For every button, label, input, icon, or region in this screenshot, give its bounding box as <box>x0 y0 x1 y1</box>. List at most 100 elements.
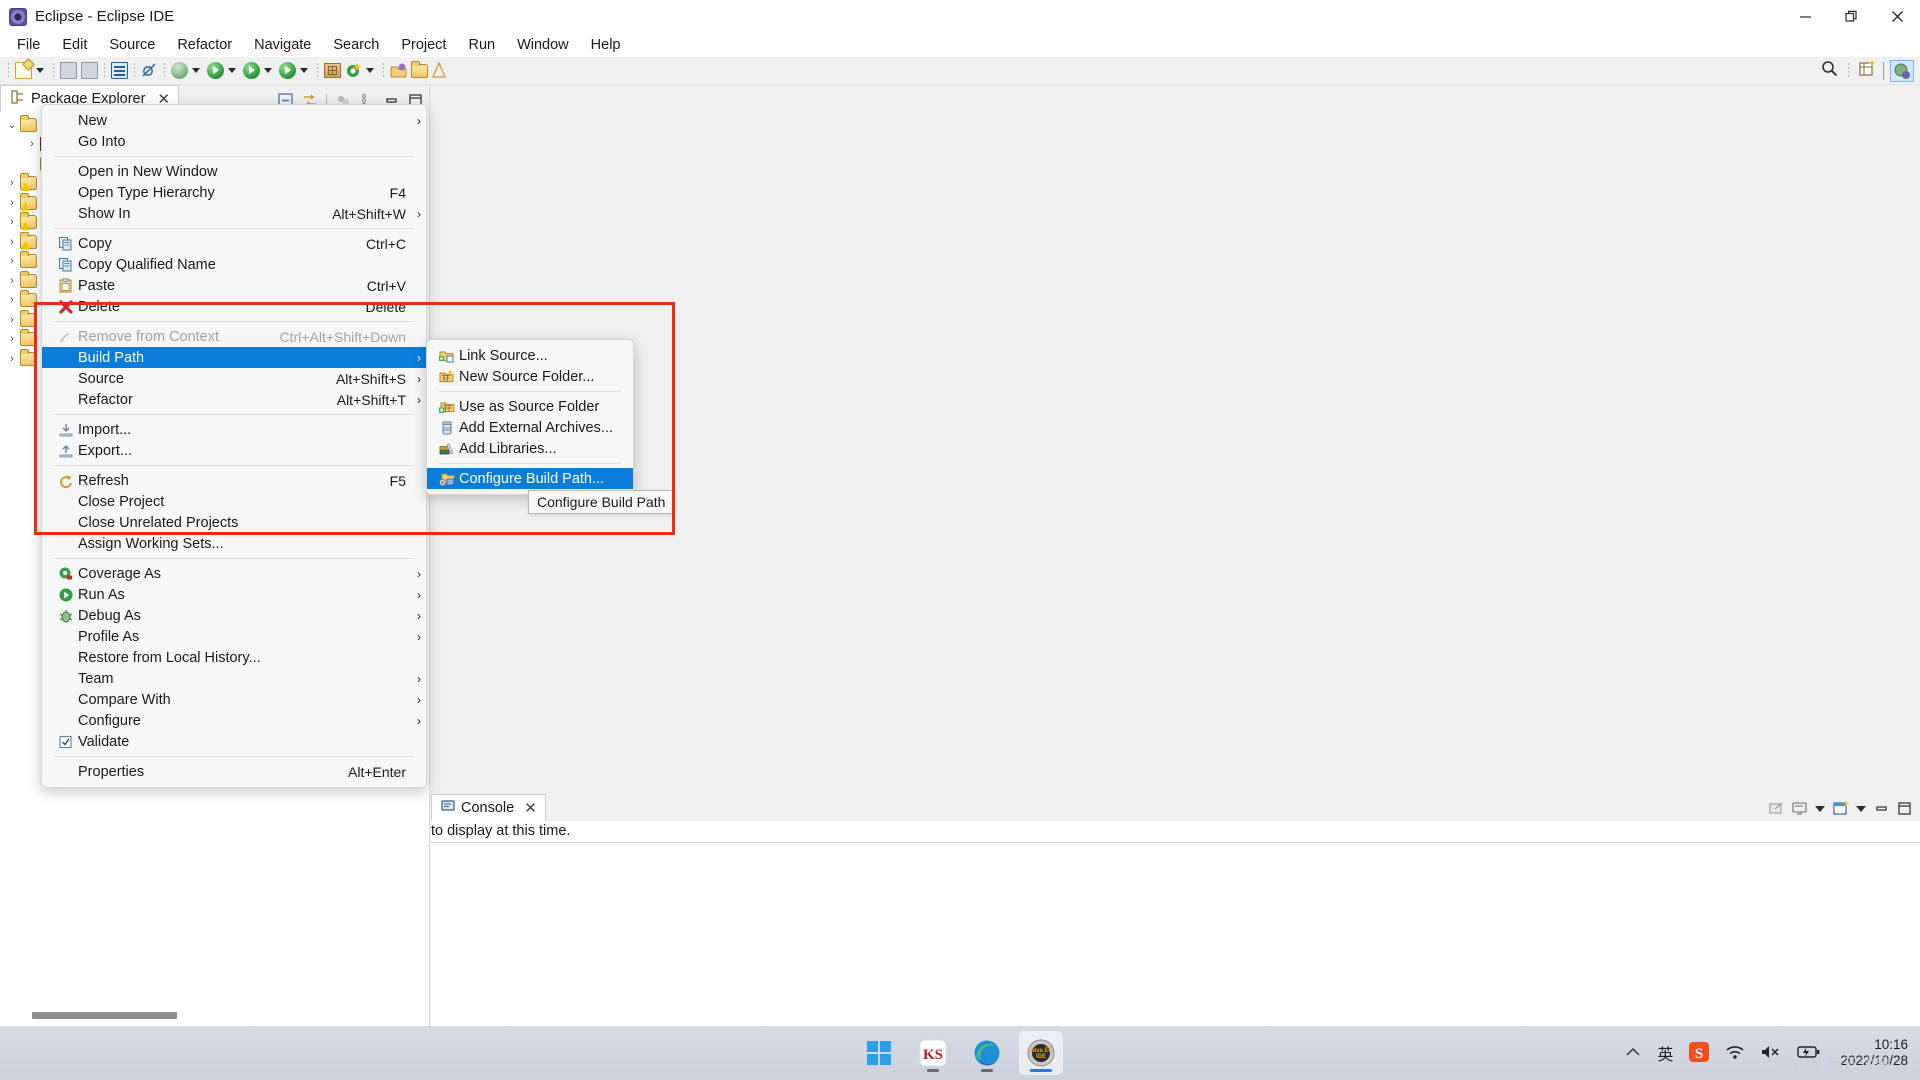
tree-expander-icon[interactable]: › <box>4 216 20 228</box>
tab-console[interactable]: Console ✕ <box>431 794 546 821</box>
close-button[interactable] <box>1874 0 1920 33</box>
menu-item-delete[interactable]: DeleteDelete <box>42 296 426 317</box>
debug-button[interactable] <box>169 59 190 83</box>
close-icon[interactable]: ✕ <box>524 799 537 817</box>
maximize-icon[interactable] <box>1897 801 1912 816</box>
menu-item-compare-with[interactable]: Compare With› <box>42 689 426 710</box>
chevron-down-icon[interactable] <box>1856 806 1866 812</box>
menu-item-assign-working-sets[interactable]: Assign Working Sets... <box>42 533 426 554</box>
menu-item-coverage-as[interactable]: Coverage As› <box>42 563 426 584</box>
start-button[interactable] <box>857 1031 901 1075</box>
scrollbar-thumb[interactable] <box>32 1012 177 1019</box>
open-console-icon[interactable] <box>1833 801 1848 816</box>
save-button[interactable] <box>58 59 79 83</box>
display-selected-console-icon[interactable] <box>1792 801 1807 816</box>
menu-run[interactable]: Run <box>457 33 506 57</box>
menu-item-debug-as[interactable]: Debug As› <box>42 605 426 626</box>
menu-item-build-path[interactable]: Build Path› <box>42 347 426 368</box>
menu-item-close-unrelated-projects[interactable]: Close Unrelated Projects <box>42 512 426 533</box>
menu-item-source[interactable]: SourceAlt+Shift+S› <box>42 368 426 389</box>
tree-expander-icon[interactable]: › <box>4 255 20 267</box>
menu-item-import[interactable]: Import... <box>42 419 426 440</box>
menu-item-copy-qualified-name[interactable]: Copy Qualified Name <box>42 254 426 275</box>
menu-item-validate[interactable]: Validate <box>42 731 426 752</box>
run-dropdown-icon[interactable] <box>228 68 236 73</box>
open-resource-button[interactable] <box>409 59 430 83</box>
new-class-dropdown-icon[interactable] <box>366 68 374 73</box>
debug-dropdown-icon[interactable] <box>192 68 200 73</box>
taskbar-item-edge[interactable] <box>965 1031 1009 1075</box>
tree-expander-icon[interactable]: › <box>4 275 20 287</box>
taskbar-item-eclipse[interactable]: Java EE IDE <box>1019 1031 1063 1075</box>
profile-dropdown-icon[interactable] <box>300 68 308 73</box>
tree-expander-icon[interactable]: › <box>4 314 20 326</box>
run-button[interactable] <box>205 59 226 83</box>
tree-expander-icon[interactable]: › <box>4 236 20 248</box>
menu-item-refresh[interactable]: RefreshF5 <box>42 470 426 491</box>
tree-expander-icon[interactable]: › <box>4 294 20 306</box>
menu-item-team[interactable]: Team› <box>42 668 426 689</box>
menu-item-open-type-hierarchy[interactable]: Open Type HierarchyF4 <box>42 182 426 203</box>
run-last-tool-button[interactable] <box>277 59 298 83</box>
menu-navigate[interactable]: Navigate <box>243 33 322 57</box>
tree-expander-icon[interactable]: › <box>4 333 20 345</box>
new-wizard-button[interactable] <box>13 59 34 83</box>
menu-item-link-source[interactable]: Link Source... <box>427 345 633 366</box>
menu-item-use-as-source-folder[interactable]: Use as Source Folder <box>427 396 633 417</box>
tree-expander-icon[interactable]: › <box>4 353 20 365</box>
open-type-button[interactable] <box>388 59 409 83</box>
coverage-dropdown-icon[interactable] <box>264 68 272 73</box>
tree-expander-icon[interactable]: › <box>4 177 20 189</box>
menu-item-refactor[interactable]: RefactorAlt+Shift+T› <box>42 389 426 410</box>
menu-item-close-project[interactable]: Close Project <box>42 491 426 512</box>
tree-expander-icon[interactable]: › <box>24 138 40 150</box>
menu-window[interactable]: Window <box>506 33 580 57</box>
context-menu[interactable]: New›Go IntoOpen in New WindowOpen Type H… <box>41 104 427 788</box>
menu-item-configure[interactable]: Configure› <box>42 710 426 731</box>
terminate-icon[interactable] <box>1769 801 1784 816</box>
skip-breakpoints-button[interactable] <box>139 59 160 83</box>
minimize-button[interactable] <box>1782 0 1828 33</box>
new-table-icon[interactable] <box>1859 60 1877 81</box>
menu-item-properties[interactable]: PropertiesAlt+Enter <box>42 761 426 782</box>
new-console-button[interactable] <box>109 59 130 83</box>
tree-expander-icon[interactable]: ⌄ <box>4 118 20 131</box>
ime-chinese-icon[interactable]: 英 <box>1657 1041 1673 1065</box>
new-java-class-button[interactable] <box>343 59 364 83</box>
menu-item-add-libraries[interactable]: Add Libraries... <box>427 438 633 459</box>
menu-item-paste[interactable]: PasteCtrl+V <box>42 275 426 296</box>
menu-source[interactable]: Source <box>98 33 166 57</box>
minimize-icon[interactable] <box>1874 801 1889 816</box>
menu-item-export[interactable]: Export... <box>42 440 426 461</box>
coverage-button[interactable] <box>241 59 262 83</box>
build-path-submenu[interactable]: Link Source...New Source Folder... Use as… <box>426 339 634 495</box>
tree-expander-icon[interactable]: › <box>4 197 20 209</box>
menu-item-restore-from-local-history[interactable]: Restore from Local History... <box>42 647 426 668</box>
extra-toolbar-button[interactable] <box>430 59 448 83</box>
restore-button[interactable] <box>1828 0 1874 33</box>
menu-refactor[interactable]: Refactor <box>166 33 243 57</box>
menu-help[interactable]: Help <box>580 33 632 57</box>
search-icon[interactable] <box>1821 60 1838 81</box>
save-all-button[interactable] <box>79 59 100 83</box>
sogou-input-icon[interactable]: S <box>1688 1041 1710 1066</box>
new-wizard-dropdown-icon[interactable] <box>36 68 44 73</box>
menu-item-run-as[interactable]: Run As› <box>42 584 426 605</box>
chevron-down-icon[interactable] <box>1815 806 1825 812</box>
menu-item-configure-build-path[interactable]: Configure Build Path... <box>427 468 633 489</box>
menu-file[interactable]: File <box>6 33 51 57</box>
menu-item-new-source-folder[interactable]: New Source Folder... <box>427 366 633 387</box>
menu-item-go-into[interactable]: Go Into <box>42 131 426 152</box>
menu-item-copy[interactable]: CopyCtrl+C <box>42 233 426 254</box>
taskbar-item-wps[interactable]: KS <box>911 1031 955 1075</box>
wifi-icon[interactable] <box>1725 1044 1745 1063</box>
menu-item-add-external-archives[interactable]: 010Add External Archives... <box>427 417 633 438</box>
menu-item-profile-as[interactable]: Profile As› <box>42 626 426 647</box>
new-java-package-button[interactable] <box>322 59 343 83</box>
menu-search[interactable]: Search <box>322 33 390 57</box>
java-ee-perspective-icon[interactable] <box>1890 60 1914 82</box>
menu-project[interactable]: Project <box>390 33 457 57</box>
menu-item-new[interactable]: New› <box>42 110 426 131</box>
package-explorer-hscrollbar[interactable] <box>0 1012 429 1022</box>
menu-edit[interactable]: Edit <box>51 33 98 57</box>
